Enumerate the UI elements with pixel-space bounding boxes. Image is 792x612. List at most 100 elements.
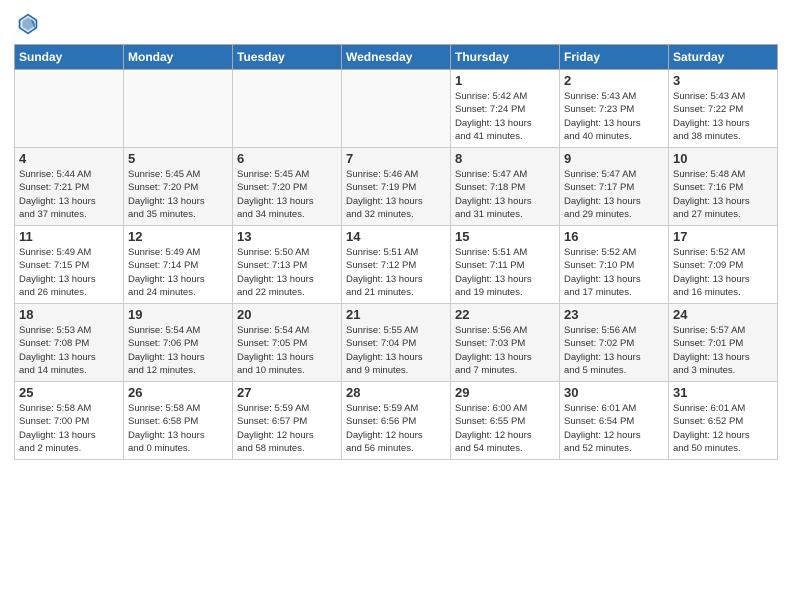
day-number: 28: [346, 385, 446, 400]
day-number: 24: [673, 307, 773, 322]
day-number: 14: [346, 229, 446, 244]
day-info: Sunrise: 5:51 AMSunset: 7:11 PMDaylight:…: [455, 246, 555, 299]
day-number: 18: [19, 307, 119, 322]
day-info: Sunrise: 5:43 AMSunset: 7:23 PMDaylight:…: [564, 90, 664, 143]
day-info: Sunrise: 5:51 AMSunset: 7:12 PMDaylight:…: [346, 246, 446, 299]
day-info: Sunrise: 5:48 AMSunset: 7:16 PMDaylight:…: [673, 168, 773, 221]
calendar-cell: 31Sunrise: 6:01 AMSunset: 6:52 PMDayligh…: [669, 382, 778, 460]
calendar-cell: 5 Sunrise: 5:45 AMSunset: 7:20 PMDaylight…: [124, 148, 233, 226]
calendar-cell: 7Sunrise: 5:46 AMSunset: 7:19 PMDaylight…: [342, 148, 451, 226]
day-info: Sunrise: 5:52 AMSunset: 7:09 PMDaylight:…: [673, 246, 773, 299]
day-number: 5: [128, 151, 228, 166]
col-header-saturday: Saturday: [669, 45, 778, 70]
day-info: Sunrise: 6:01 AMSunset: 6:52 PMDaylight:…: [673, 402, 773, 455]
day-info: Sunrise: 5:47 AMSunset: 7:17 PMDaylight:…: [564, 168, 664, 221]
week-row-0: 1 Sunrise: 5:42 AMSunset: 7:24 PMDaylight…: [15, 70, 778, 148]
calendar-cell: 27 Sunrise: 5:59 AMSunset: 6:57 PMDayligh…: [233, 382, 342, 460]
day-number: 10: [673, 151, 773, 166]
calendar-cell: 25 Sunrise: 5:58 AMSunset: 7:00 PMDayligh…: [15, 382, 124, 460]
calendar-cell: 2Sunrise: 5:43 AMSunset: 7:23 PMDaylight…: [560, 70, 669, 148]
day-info: Sunrise: 5:54 AMSunset: 7:06 PMDaylight:…: [128, 324, 228, 377]
day-number: 11: [19, 229, 119, 244]
day-number: 3: [673, 73, 773, 88]
calendar-cell: 6Sunrise: 5:45 AMSunset: 7:20 PMDaylight…: [233, 148, 342, 226]
day-number: 20: [237, 307, 337, 322]
day-number: 29: [455, 385, 555, 400]
day-info: Sunrise: 5:56 AMSunset: 7:03 PMDaylight:…: [455, 324, 555, 377]
day-number: 26: [128, 385, 228, 400]
col-header-wednesday: Wednesday: [342, 45, 451, 70]
calendar-cell: 4Sunrise: 5:44 AMSunset: 7:21 PMDaylight…: [15, 148, 124, 226]
day-number: 25: [19, 385, 119, 400]
calendar-cell: 20 Sunrise: 5:54 AMSunset: 7:05 PMDayligh…: [233, 304, 342, 382]
day-number: 13: [237, 229, 337, 244]
calendar-cell: 30 Sunrise: 6:01 AMSunset: 6:54 PMDayligh…: [560, 382, 669, 460]
calendar-cell: [342, 70, 451, 148]
calendar-cell: 26 Sunrise: 5:58 AMSunset: 6:58 PMDayligh…: [124, 382, 233, 460]
calendar-cell: 1 Sunrise: 5:42 AMSunset: 7:24 PMDaylight…: [451, 70, 560, 148]
calendar-cell: 29 Sunrise: 6:00 AMSunset: 6:55 PMDayligh…: [451, 382, 560, 460]
day-info: Sunrise: 5:58 AMSunset: 7:00 PMDaylight:…: [19, 402, 119, 455]
day-info: Sunrise: 6:00 AMSunset: 6:55 PMDaylight:…: [455, 402, 555, 455]
day-number: 1: [455, 73, 555, 88]
calendar-cell: 28 Sunrise: 5:59 AMSunset: 6:56 PMDayligh…: [342, 382, 451, 460]
day-number: 21: [346, 307, 446, 322]
day-number: 30: [564, 385, 664, 400]
header: [14, 10, 778, 38]
calendar-cell: [233, 70, 342, 148]
day-info: Sunrise: 5:47 AMSunset: 7:18 PMDaylight:…: [455, 168, 555, 221]
day-number: 7: [346, 151, 446, 166]
logo: [14, 10, 44, 38]
week-row-1: 4Sunrise: 5:44 AMSunset: 7:21 PMDaylight…: [15, 148, 778, 226]
day-info: Sunrise: 5:49 AMSunset: 7:14 PMDaylight:…: [128, 246, 228, 299]
calendar-cell: 10 Sunrise: 5:48 AMSunset: 7:16 PMDayligh…: [669, 148, 778, 226]
calendar-cell: 14 Sunrise: 5:51 AMSunset: 7:12 PMDayligh…: [342, 226, 451, 304]
col-header-sunday: Sunday: [15, 45, 124, 70]
calendar-cell: 13 Sunrise: 5:50 AMSunset: 7:13 PMDayligh…: [233, 226, 342, 304]
day-info: Sunrise: 5:58 AMSunset: 6:58 PMDaylight:…: [128, 402, 228, 455]
day-info: Sunrise: 5:57 AMSunset: 7:01 PMDaylight:…: [673, 324, 773, 377]
col-header-thursday: Thursday: [451, 45, 560, 70]
calendar-cell: 11Sunrise: 5:49 AMSunset: 7:15 PMDayligh…: [15, 226, 124, 304]
week-row-4: 25 Sunrise: 5:58 AMSunset: 7:00 PMDayligh…: [15, 382, 778, 460]
calendar-cell: 12 Sunrise: 5:49 AMSunset: 7:14 PMDayligh…: [124, 226, 233, 304]
calendar-cell: [124, 70, 233, 148]
calendar-cell: 21 Sunrise: 5:55 AMSunset: 7:04 PMDayligh…: [342, 304, 451, 382]
calendar-cell: 8 Sunrise: 5:47 AMSunset: 7:18 PMDaylight…: [451, 148, 560, 226]
calendar-cell: 23Sunrise: 5:56 AMSunset: 7:02 PMDayligh…: [560, 304, 669, 382]
day-number: 19: [128, 307, 228, 322]
day-number: 27: [237, 385, 337, 400]
col-header-tuesday: Tuesday: [233, 45, 342, 70]
day-number: 16: [564, 229, 664, 244]
day-info: Sunrise: 5:44 AMSunset: 7:21 PMDaylight:…: [19, 168, 119, 221]
day-info: Sunrise: 5:50 AMSunset: 7:13 PMDaylight:…: [237, 246, 337, 299]
day-info: Sunrise: 5:53 AMSunset: 7:08 PMDaylight:…: [19, 324, 119, 377]
week-row-3: 18 Sunrise: 5:53 AMSunset: 7:08 PMDayligh…: [15, 304, 778, 382]
day-info: Sunrise: 5:43 AMSunset: 7:22 PMDaylight:…: [673, 90, 773, 143]
day-number: 9: [564, 151, 664, 166]
day-info: Sunrise: 5:59 AMSunset: 6:56 PMDaylight:…: [346, 402, 446, 455]
calendar-cell: 17Sunrise: 5:52 AMSunset: 7:09 PMDayligh…: [669, 226, 778, 304]
calendar-cell: 18 Sunrise: 5:53 AMSunset: 7:08 PMDayligh…: [15, 304, 124, 382]
day-info: Sunrise: 5:52 AMSunset: 7:10 PMDaylight:…: [564, 246, 664, 299]
day-number: 6: [237, 151, 337, 166]
col-header-monday: Monday: [124, 45, 233, 70]
day-number: 12: [128, 229, 228, 244]
calendar-cell: [15, 70, 124, 148]
day-info: Sunrise: 5:56 AMSunset: 7:02 PMDaylight:…: [564, 324, 664, 377]
day-number: 15: [455, 229, 555, 244]
day-info: Sunrise: 5:54 AMSunset: 7:05 PMDaylight:…: [237, 324, 337, 377]
col-header-friday: Friday: [560, 45, 669, 70]
day-number: 8: [455, 151, 555, 166]
day-info: Sunrise: 6:01 AMSunset: 6:54 PMDaylight:…: [564, 402, 664, 455]
calendar-cell: 24 Sunrise: 5:57 AMSunset: 7:01 PMDayligh…: [669, 304, 778, 382]
day-info: Sunrise: 5:55 AMSunset: 7:04 PMDaylight:…: [346, 324, 446, 377]
calendar-cell: 3 Sunrise: 5:43 AMSunset: 7:22 PMDaylight…: [669, 70, 778, 148]
day-info: Sunrise: 5:45 AMSunset: 7:20 PMDaylight:…: [128, 168, 228, 221]
day-info: Sunrise: 5:59 AMSunset: 6:57 PMDaylight:…: [237, 402, 337, 455]
day-number: 22: [455, 307, 555, 322]
day-info: Sunrise: 5:42 AMSunset: 7:24 PMDaylight:…: [455, 90, 555, 143]
header-row: SundayMondayTuesdayWednesdayThursdayFrid…: [15, 45, 778, 70]
logo-icon: [14, 10, 42, 38]
main-container: SundayMondayTuesdayWednesdayThursdayFrid…: [0, 0, 792, 466]
